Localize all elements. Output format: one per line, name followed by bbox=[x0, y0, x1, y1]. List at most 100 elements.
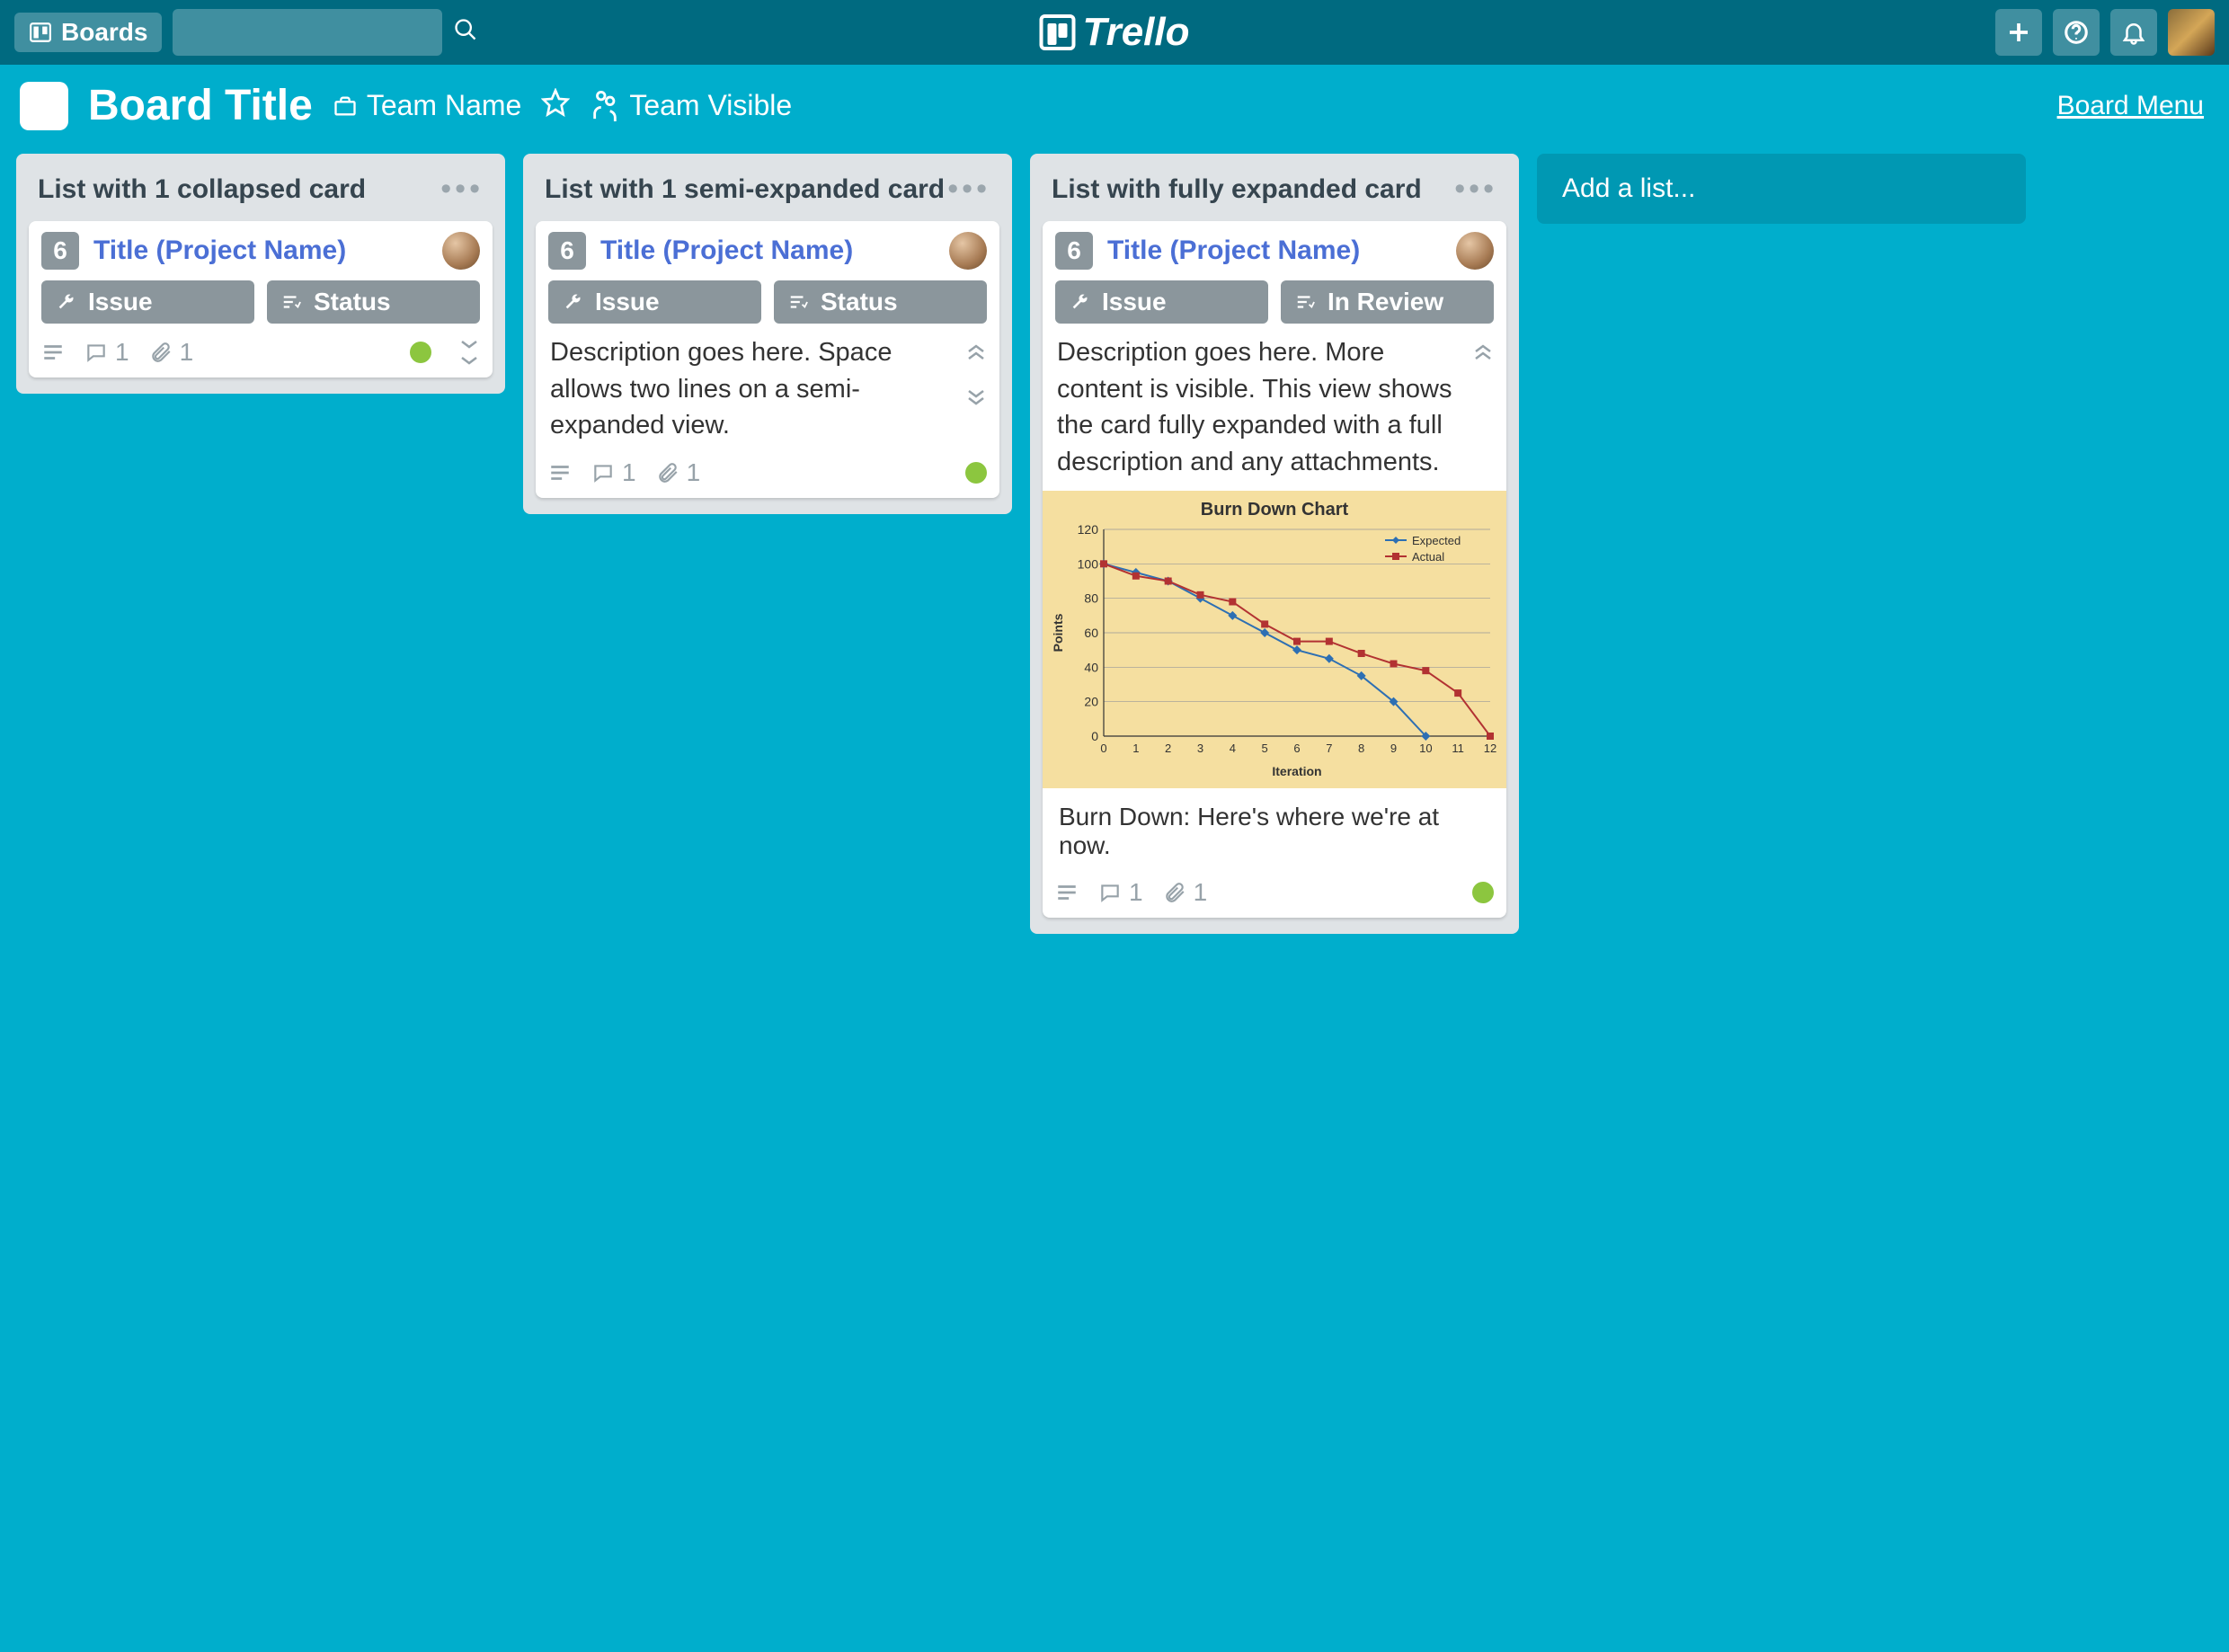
search-input[interactable] bbox=[173, 9, 442, 56]
attachments-count[interactable]: 1 bbox=[1163, 878, 1208, 907]
card[interactable]: 6 Title (Project Name) Issue In Review D… bbox=[1043, 221, 1506, 918]
card-count-badge: 6 bbox=[41, 232, 79, 270]
star-button[interactable] bbox=[541, 88, 570, 123]
list-title[interactable]: List with 1 collapsed card bbox=[38, 174, 366, 205]
board-header: Board Title Team Name Team Visible Board… bbox=[0, 65, 2229, 141]
list-menu-button[interactable]: ••• bbox=[440, 172, 484, 207]
wrench-icon bbox=[563, 292, 582, 312]
user-avatar[interactable] bbox=[2168, 9, 2215, 56]
comments-count[interactable]: 1 bbox=[591, 458, 636, 487]
issue-badge[interactable]: Issue bbox=[41, 280, 254, 324]
svg-text:4: 4 bbox=[1230, 742, 1236, 755]
team-name-button[interactable]: Team Name bbox=[333, 89, 522, 122]
status-icon bbox=[788, 292, 808, 312]
card-count-badge: 6 bbox=[1055, 232, 1093, 270]
lists-row: List with 1 collapsed card ••• 6 Title (… bbox=[0, 141, 2229, 946]
board-title[interactable]: Board Title bbox=[88, 81, 313, 130]
topbar-right bbox=[1995, 9, 2215, 56]
assignee-avatar[interactable] bbox=[442, 232, 480, 270]
help-icon bbox=[2063, 19, 2090, 46]
svg-text:40: 40 bbox=[1084, 661, 1098, 675]
list-menu-button[interactable]: ••• bbox=[1454, 172, 1497, 207]
status-badge[interactable]: In Review bbox=[1281, 280, 1494, 324]
svg-text:5: 5 bbox=[1262, 742, 1268, 755]
comments-count[interactable]: 1 bbox=[1098, 878, 1143, 907]
topbar: Boards Trello bbox=[0, 0, 2229, 65]
board-menu-link[interactable]: Board Menu bbox=[2057, 91, 2204, 121]
issue-label: Issue bbox=[1102, 288, 1167, 316]
svg-text:2: 2 bbox=[1165, 742, 1171, 755]
list-header: List with 1 semi-expanded card ••• bbox=[536, 166, 999, 210]
status-label: Status bbox=[821, 288, 898, 316]
attachment-caption: Burn Down: Here's where we're at now. bbox=[1055, 799, 1494, 864]
trello-logo-text: Trello bbox=[1082, 10, 1189, 55]
app-logo[interactable]: Trello bbox=[1039, 10, 1189, 55]
list-menu-button[interactable]: ••• bbox=[947, 172, 990, 207]
add-list-button[interactable]: Add a list... bbox=[1537, 154, 2026, 224]
svg-text:60: 60 bbox=[1084, 626, 1098, 640]
svg-text:6: 6 bbox=[1293, 742, 1300, 755]
svg-text:8: 8 bbox=[1358, 742, 1364, 755]
description-indicator-icon bbox=[548, 461, 572, 484]
notifications-button[interactable] bbox=[2110, 9, 2157, 56]
collapse-toggle[interactable] bbox=[965, 338, 987, 367]
status-icon bbox=[1295, 292, 1315, 312]
issue-badge[interactable]: Issue bbox=[548, 280, 761, 324]
bell-icon bbox=[2120, 19, 2147, 46]
svg-text:12: 12 bbox=[1484, 742, 1496, 755]
description-indicator-icon bbox=[41, 341, 65, 364]
card[interactable]: 6 Title (Project Name) Issue Status Desc… bbox=[536, 221, 999, 498]
list: List with 1 collapsed card ••• 6 Title (… bbox=[16, 154, 505, 394]
search-icon[interactable] bbox=[453, 17, 478, 49]
wrench-icon bbox=[1070, 292, 1089, 312]
card-count-badge: 6 bbox=[548, 232, 586, 270]
paperclip-icon bbox=[656, 461, 679, 484]
svg-text:80: 80 bbox=[1084, 591, 1098, 606]
chevron-down-icon bbox=[458, 338, 480, 351]
card-footer: 1 1 bbox=[548, 455, 987, 487]
assignee-avatar[interactable] bbox=[949, 232, 987, 270]
status-label: In Review bbox=[1328, 288, 1443, 316]
boards-button[interactable]: Boards bbox=[14, 13, 162, 52]
list-header: List with 1 collapsed card ••• bbox=[29, 166, 493, 210]
issue-label: Issue bbox=[595, 288, 660, 316]
svg-text:9: 9 bbox=[1390, 742, 1397, 755]
attachments-count[interactable]: 1 bbox=[149, 338, 194, 367]
list-title[interactable]: List with fully expanded card bbox=[1052, 174, 1422, 205]
boards-icon bbox=[29, 21, 52, 44]
card-title[interactable]: Title (Project Name) bbox=[600, 235, 935, 266]
briefcase-icon bbox=[333, 93, 358, 119]
svg-text:1: 1 bbox=[1132, 742, 1139, 755]
paperclip-icon bbox=[1163, 881, 1186, 904]
card-title[interactable]: Title (Project Name) bbox=[1107, 235, 1442, 266]
chart-attachment[interactable]: Burn Down Chart 020406080100120012345678… bbox=[1043, 491, 1506, 788]
svg-text:120: 120 bbox=[1078, 522, 1099, 537]
help-button[interactable] bbox=[2053, 9, 2100, 56]
status-badge[interactable]: Status bbox=[774, 280, 987, 324]
card-badges: Issue Status bbox=[548, 280, 987, 324]
card-title[interactable]: Title (Project Name) bbox=[93, 235, 428, 266]
card-header: 6 Title (Project Name) bbox=[548, 232, 987, 270]
attachments-count[interactable]: 1 bbox=[656, 458, 701, 487]
expand-toggle[interactable] bbox=[458, 338, 480, 367]
comments-count[interactable]: 1 bbox=[84, 338, 129, 367]
star-icon bbox=[541, 88, 570, 117]
burn-down-chart: 0204060801001200123456789101112Iteration… bbox=[1050, 520, 1499, 781]
add-button[interactable] bbox=[1995, 9, 2042, 56]
assignee-avatar[interactable] bbox=[1456, 232, 1494, 270]
board-icon[interactable] bbox=[20, 82, 68, 130]
list-title[interactable]: List with 1 semi-expanded card bbox=[545, 174, 945, 205]
list-header: List with fully expanded card ••• bbox=[1043, 166, 1506, 210]
collapse-toggle[interactable] bbox=[1472, 338, 1494, 366]
status-badge[interactable]: Status bbox=[267, 280, 480, 324]
visibility-button[interactable]: Team Visible bbox=[590, 87, 792, 125]
expand-toggle[interactable] bbox=[965, 385, 987, 413]
svg-text:7: 7 bbox=[1326, 742, 1332, 755]
card[interactable]: 6 Title (Project Name) Issue Status bbox=[29, 221, 493, 377]
search-box bbox=[173, 9, 478, 56]
card-badges: Issue Status bbox=[41, 280, 480, 324]
issue-badge[interactable]: Issue bbox=[1055, 280, 1268, 324]
svg-text:100: 100 bbox=[1078, 557, 1099, 572]
svg-text:0: 0 bbox=[1100, 742, 1106, 755]
svg-text:Expected: Expected bbox=[1412, 534, 1461, 547]
